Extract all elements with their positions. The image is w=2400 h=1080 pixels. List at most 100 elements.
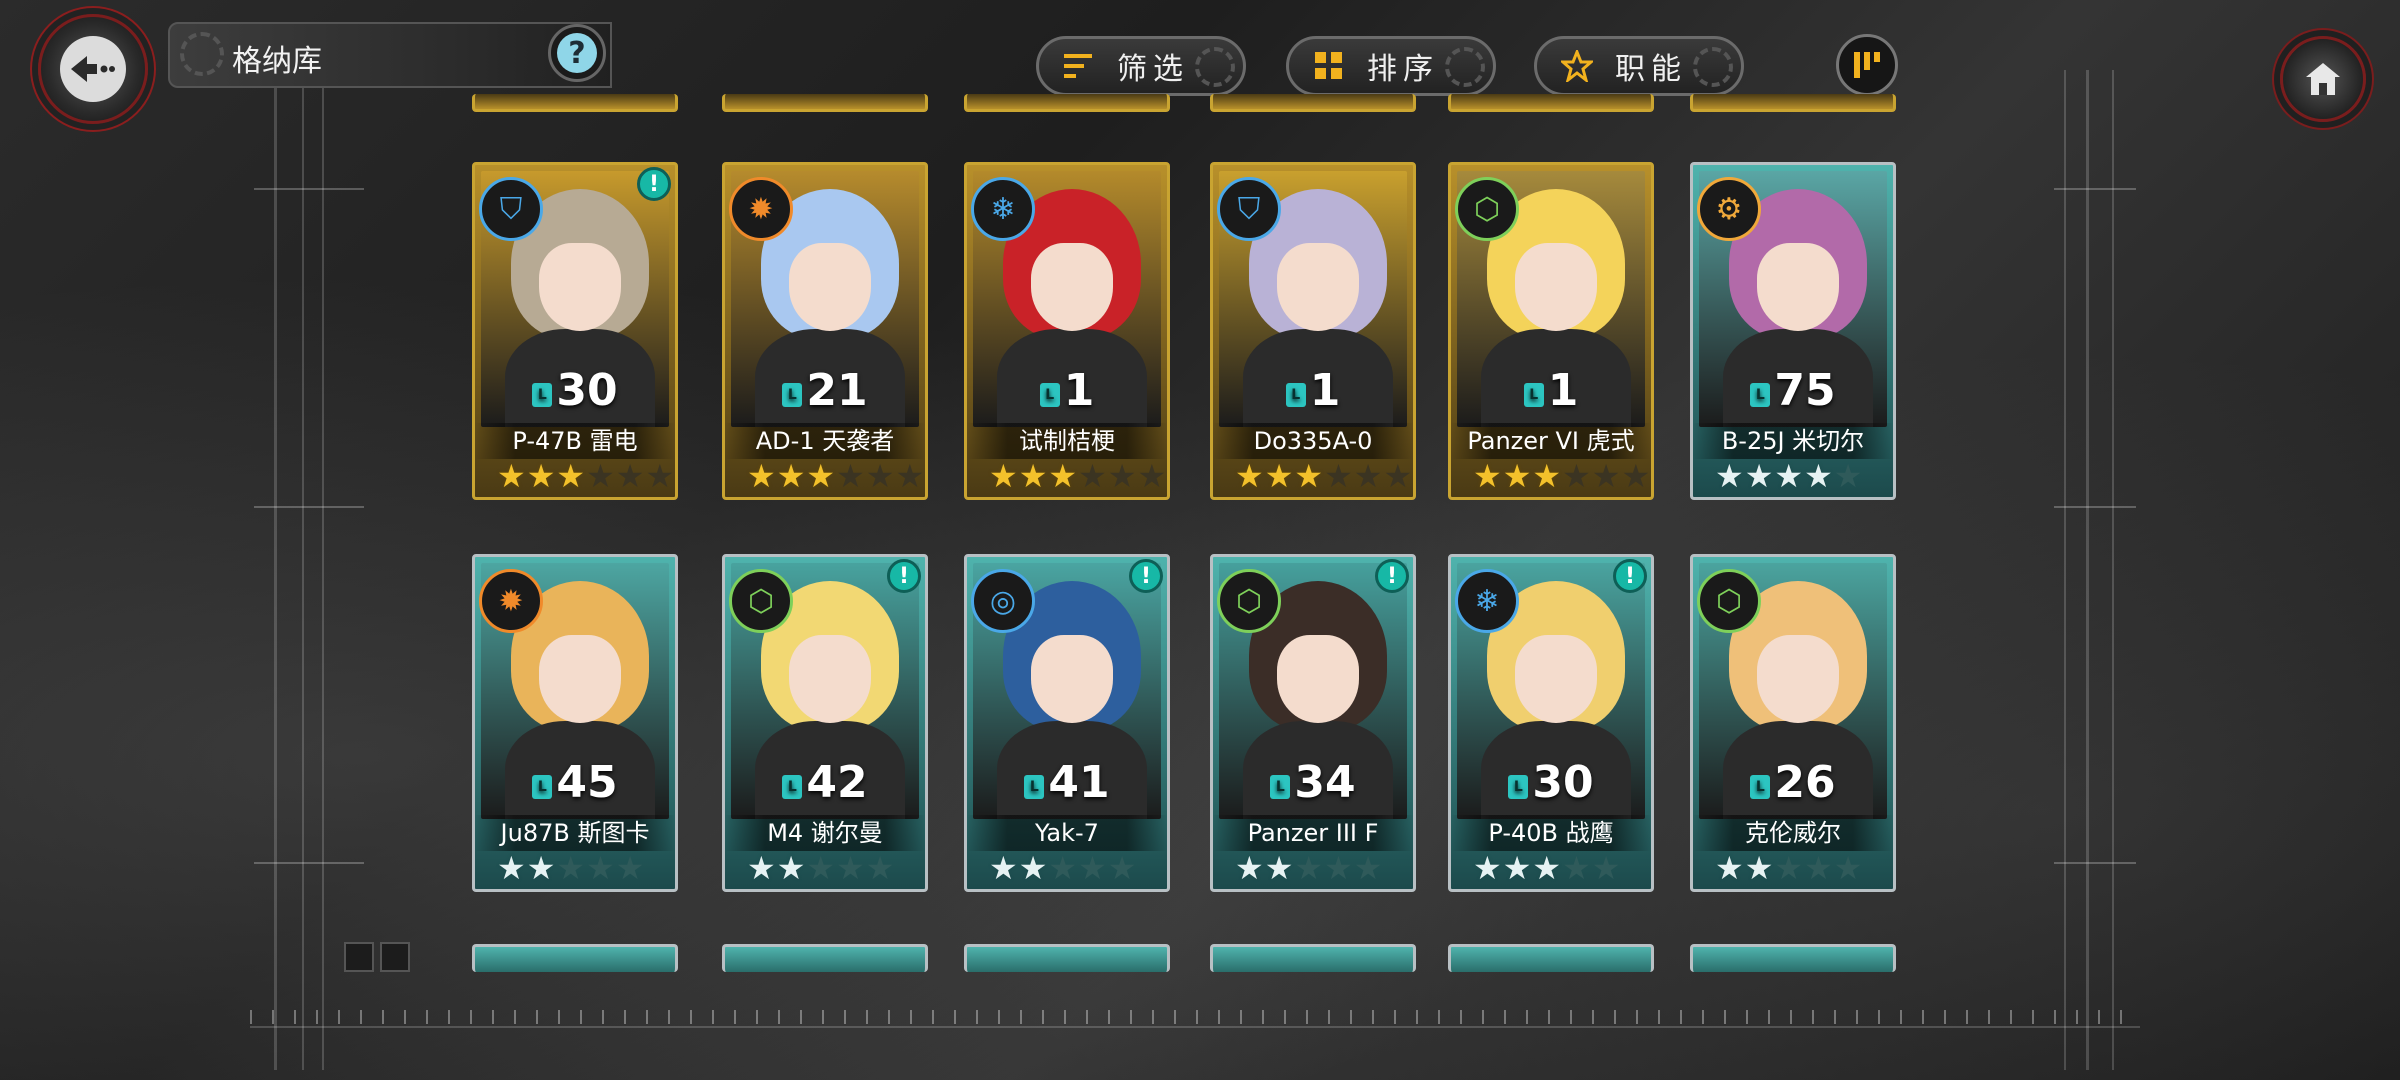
star-icon: ★ [1048,849,1078,887]
partial-card-top[interactable] [1690,94,1896,112]
unit-level: L 26 [1693,761,1893,805]
help-button[interactable]: ? [548,24,606,82]
star-rating: ★ ★ ★ ★ ★ [1715,457,1863,495]
star-icon: ★ [1621,457,1651,495]
grid-squares-icon [1311,48,1347,84]
sort-button[interactable]: 排序 [1286,36,1496,96]
partial-card-top[interactable] [722,94,928,112]
unit-level: L1 [1213,369,1413,413]
left-crosshair-2 [254,506,364,508]
unit-card[interactable]: ❄ L 1 试制桔梗 ★ ★ ★ ★ ★ ★ [964,162,1170,500]
page-indicator-square-1 [344,942,374,972]
portrait-face [1031,243,1113,331]
unit-card[interactable]: ⬡! L 34 Panzer III F ★ ★ ★ ★ ★ [1210,554,1416,892]
unit-card[interactable]: ⚙ L 75 B-25J 米切尔 ★ ★ ★ ★ ★ [1690,162,1896,500]
partial-card-bottom[interactable] [1690,944,1896,972]
level-number: 26 [1774,757,1836,808]
star-icon: ★ [1804,849,1833,887]
unit-level: L 30 [1451,761,1651,805]
unit-name: 试制桔梗 [967,423,1167,459]
star-icon: ★ [1235,849,1264,887]
star-icon: ★ [1804,457,1833,495]
partial-card-top[interactable] [472,94,678,112]
unit-level: L 42 [725,761,925,805]
portrait-face [539,243,621,331]
star-icon: ★ [1264,457,1294,495]
partial-card-top[interactable] [1210,94,1416,112]
unit-card[interactable]: ⛉ L 1 Do335A-0 ★ ★ ★ ★ ★ ★ [1210,162,1416,500]
star-icon: ★ [645,457,675,495]
target-icon: ◎ [971,569,1035,633]
unit-card[interactable]: ✹ L 45 Ju87B 斯图卡 ★ ★ ★ ★ ★ [472,554,678,892]
partial-card-bottom[interactable] [1210,944,1416,972]
sort-order-toggle[interactable] [1836,34,1898,96]
level-tag-icon: L [532,383,553,407]
star-icon: ★ [1107,849,1137,887]
unit-level: L 34 [1213,761,1413,805]
star-icon: ★ [1264,849,1294,887]
star-icon: ★ [806,849,836,887]
home-button[interactable] [2280,36,2366,122]
level-number: 41 [1048,757,1110,808]
star-icon: ★ [1137,457,1167,495]
unit-card[interactable]: ⛉! L 30 P-47B 雷电 ★ ★ ★ ★ ★ ★ [472,162,678,500]
leaf-icon: ⬡ [1455,177,1519,241]
unit-card[interactable]: ⬡ L 1 Panzer VI 虎式 ★ ★ ★ ★ ★ ★ [1448,162,1654,500]
star-icon: ★ [1048,457,1078,495]
portrait-face [789,635,871,723]
home-icon [2306,63,2340,95]
unit-card[interactable]: ✹ L 21 AD-1 天袭者 ★ ★ ★ ★ ★ ★ [722,162,928,500]
partial-card-bottom[interactable] [964,944,1170,972]
unit-level: L 30 [475,369,675,413]
partial-card-top[interactable] [1448,94,1654,112]
filter-button[interactable]: 筛选 [1036,36,1246,96]
level-tag-icon: L [782,775,803,799]
role-button[interactable]: 职能 [1534,36,1744,96]
right-frame-line-2 [2086,70,2089,1070]
star-icon: ★ [556,849,586,887]
unit-card[interactable]: ◎! L 41 Yak-7 ★ ★ ★ ★ ★ [964,554,1170,892]
alert-icon: ! [1613,559,1647,593]
level-tag-icon: L [1523,383,1544,407]
unit-card[interactable]: ⬡ L 26 克伦威尔 ★ ★ ★ ★ ★ [1690,554,1896,892]
right-crosshair-1 [2054,188,2136,190]
sort-label: 排序 [1367,52,1439,87]
star-icon: ★ [1774,849,1804,887]
back-button[interactable] [38,14,148,124]
unit-name: 克伦威尔 [1693,815,1893,851]
level-number: 34 [1294,757,1356,808]
alert-icon: ! [1375,559,1409,593]
star-icon: ★ [586,849,615,887]
star-icon: ★ [1532,457,1562,495]
partial-card-bottom[interactable] [472,944,678,972]
page-title: 格纳库 [232,44,322,79]
partial-card-bottom[interactable] [1448,944,1654,972]
level-number: 21 [806,365,868,416]
role-label: 职能 [1615,52,1687,87]
unit-card[interactable]: ❄! L 30 P-40B 战鹰 ★ ★ ★ ★ ★ [1448,554,1654,892]
star-icon: ★ [836,457,865,495]
star-icon: ★ [836,849,865,887]
star-rating: ★ ★ ★ ★ ★ [1235,849,1383,887]
unit-name: P-40B 战鹰 [1451,815,1651,851]
partial-card-bottom[interactable] [722,944,928,972]
unit-card[interactable]: ⬡! L 42 M4 谢尔曼 ★ ★ ★ ★ ★ [722,554,928,892]
level-tag-icon: L [1024,775,1045,799]
gear-decoration-icon [1693,47,1733,87]
star-icon: ★ [1107,457,1137,495]
star-icon: ★ [1294,849,1324,887]
star-icon: ★ [526,849,556,887]
star-icon: ★ [1018,457,1048,495]
left-crosshair-3 [254,862,364,864]
support-icon: ⚙ [1697,177,1761,241]
back-arrow-icon [60,36,126,102]
star-icon: ★ [1502,457,1532,495]
portrait-face [1277,635,1359,723]
unit-name: Panzer VI 虎式 [1451,423,1651,459]
snowflake-icon: ❄ [1455,569,1519,633]
star-icon: ★ [1591,849,1621,887]
star-icon: ★ [865,849,895,887]
star-rating: ★ ★ ★ ★ ★ [747,849,895,887]
right-crosshair-3 [2054,862,2136,864]
partial-card-top[interactable] [964,94,1170,112]
